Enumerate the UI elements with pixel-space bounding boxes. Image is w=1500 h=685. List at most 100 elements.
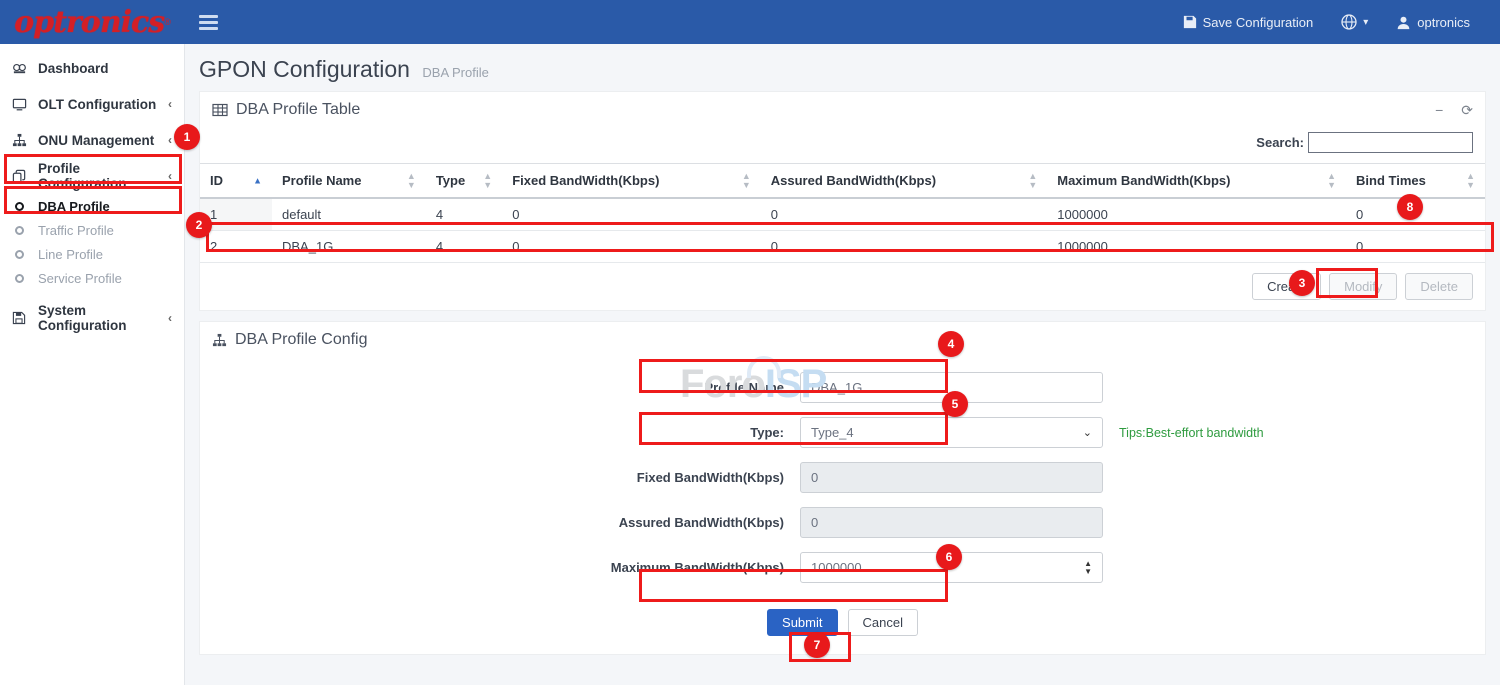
hamburger-icon[interactable] bbox=[199, 10, 223, 34]
step-badge-3: 3 bbox=[1289, 270, 1315, 296]
sidebar-item-label: System Configuration bbox=[32, 303, 168, 333]
sidebar-subitem-label: Traffic Profile bbox=[32, 223, 114, 238]
page-title: GPON Configuration bbox=[199, 56, 410, 82]
sidebar-item-traffic-profile[interactable]: Traffic Profile bbox=[0, 218, 184, 242]
table-search-row: Search: bbox=[200, 128, 1485, 163]
sidebar-item-line-profile[interactable]: Line Profile bbox=[0, 242, 184, 266]
sidebar-item-label: OLT Configuration bbox=[32, 97, 168, 112]
column-header-bind-times[interactable]: Bind Times ▲▼ bbox=[1346, 164, 1485, 199]
sidebar-item-service-profile[interactable]: Service Profile bbox=[0, 266, 184, 290]
globe-icon bbox=[1341, 14, 1357, 30]
breadcrumb: DBA Profile bbox=[422, 65, 488, 80]
cell-fixed-bandwidth: 0 bbox=[502, 231, 761, 263]
chevron-down-icon: ▾ bbox=[1363, 17, 1368, 28]
submit-button[interactable]: Submit bbox=[767, 609, 837, 636]
sort-both-icon: ▲▼ bbox=[742, 172, 751, 190]
sidebar-nav: Dashboard OLT Configuration ‹ ONU Manage… bbox=[0, 44, 185, 685]
column-header-maximum-bandwidth[interactable]: Maximum BandWidth(Kbps) ▲▼ bbox=[1047, 164, 1346, 199]
circle-icon bbox=[12, 226, 32, 235]
delete-button[interactable]: Delete bbox=[1405, 273, 1473, 300]
cell-assured-bandwidth: 0 bbox=[761, 231, 1048, 263]
circle-icon bbox=[12, 274, 32, 283]
cancel-button[interactable]: Cancel bbox=[848, 609, 918, 636]
maximum-bandwidth-label: Maximum BandWidth(Kbps) bbox=[200, 560, 800, 575]
monitor-icon bbox=[12, 97, 32, 112]
page-header: GPON Configuration DBA Profile bbox=[185, 44, 1500, 91]
field-row-fixed-bandwidth: Fixed BandWidth(Kbps) 0 bbox=[200, 462, 1485, 493]
search-input[interactable] bbox=[1308, 132, 1473, 153]
assured-bandwidth-input: 0 bbox=[800, 507, 1103, 538]
column-label: Type bbox=[436, 173, 465, 188]
sidebar-subitem-label: DBA Profile bbox=[32, 199, 110, 214]
sort-both-icon: ▲▼ bbox=[1327, 172, 1336, 190]
search-label: Search: bbox=[1256, 135, 1304, 150]
step-badge-7: 7 bbox=[804, 632, 830, 658]
brand-registered-mark: ® bbox=[164, 17, 171, 27]
sort-both-icon: ▲▼ bbox=[407, 172, 416, 190]
cell-profile-name: DBA_1G bbox=[272, 231, 426, 263]
sidebar-item-dba-profile[interactable]: DBA Profile bbox=[0, 194, 184, 218]
type-select-value: Type_4 bbox=[811, 425, 854, 440]
sidebar-item-profile-configuration[interactable]: Profile Configuration ‹ bbox=[0, 158, 184, 194]
column-label: Bind Times bbox=[1356, 173, 1426, 188]
table-row[interactable]: 2 DBA_1G 4 0 0 1000000 0 bbox=[200, 231, 1485, 263]
type-tip-text: Tips:Best-effort bandwidth bbox=[1119, 426, 1264, 440]
sort-both-icon: ▲▼ bbox=[483, 172, 492, 190]
floppy-icon bbox=[12, 311, 32, 325]
field-row-maximum-bandwidth: Maximum BandWidth(Kbps) 1000000 ▲▼ bbox=[200, 552, 1485, 583]
fixed-bandwidth-label: Fixed BandWidth(Kbps) bbox=[200, 470, 800, 485]
column-label: Profile Name bbox=[282, 173, 361, 188]
save-configuration-button[interactable]: Save Configuration bbox=[1169, 0, 1328, 44]
number-stepper-icon[interactable]: ▲▼ bbox=[1084, 560, 1092, 575]
cell-id: 2 bbox=[200, 231, 272, 263]
cell-assured-bandwidth: 0 bbox=[761, 198, 1048, 231]
dba-profile-table: ID ▲ Profile Name ▲▼ Type ▲▼ Fixed BandW… bbox=[200, 163, 1485, 263]
column-header-assured-bandwidth[interactable]: Assured BandWidth(Kbps) ▲▼ bbox=[761, 164, 1048, 199]
card-tools: − ⟳ bbox=[1435, 103, 1473, 117]
cell-maximum-bandwidth: 1000000 bbox=[1047, 231, 1346, 263]
sidebar-subitem-label: Line Profile bbox=[32, 247, 103, 262]
top-header-bar: optronics® Save Configuration ▾ optronic… bbox=[0, 0, 1500, 44]
chevron-left-icon: ‹ bbox=[168, 133, 172, 147]
table-body: 1 default 4 0 0 1000000 0 2 DBA_1G 4 0 0… bbox=[200, 198, 1485, 263]
user-menu[interactable]: optronics bbox=[1382, 0, 1484, 44]
column-label: Fixed BandWidth(Kbps) bbox=[512, 173, 659, 188]
chevron-left-icon: ‹ bbox=[168, 311, 172, 325]
language-selector[interactable]: ▾ bbox=[1327, 0, 1382, 44]
sidebar-item-system-configuration[interactable]: System Configuration ‹ bbox=[0, 300, 184, 336]
field-row-type: Type: Type_4 ⌄ Tips:Best-effort bandwidt… bbox=[200, 417, 1485, 448]
column-label: Assured BandWidth(Kbps) bbox=[771, 173, 936, 188]
fixed-bandwidth-input: 0 bbox=[800, 462, 1103, 493]
table-card-header: DBA Profile Table − ⟳ bbox=[200, 92, 1485, 128]
sort-asc-icon: ▲ bbox=[253, 176, 262, 185]
brand-logo[interactable]: optronics® bbox=[0, 0, 185, 44]
maximum-bandwidth-value: 1000000 bbox=[811, 560, 862, 575]
sidebar-item-onu-management[interactable]: ONU Management ‹ bbox=[0, 122, 184, 158]
table-icon bbox=[212, 102, 228, 118]
refresh-icon[interactable]: ⟳ bbox=[1461, 103, 1473, 117]
type-select[interactable]: Type_4 ⌄ bbox=[800, 417, 1103, 448]
sitemap-icon bbox=[212, 333, 227, 348]
cell-fixed-bandwidth: 0 bbox=[502, 198, 761, 231]
column-header-fixed-bandwidth[interactable]: Fixed BandWidth(Kbps) ▲▼ bbox=[502, 164, 761, 199]
save-configuration-label: Save Configuration bbox=[1203, 15, 1314, 30]
step-badge-4: 4 bbox=[938, 331, 964, 357]
sidebar-item-label: Profile Configuration bbox=[32, 161, 168, 191]
profile-name-label: Profile Name bbox=[200, 380, 800, 395]
column-label: Maximum BandWidth(Kbps) bbox=[1057, 173, 1230, 188]
sidebar-item-label: ONU Management bbox=[32, 133, 168, 148]
column-header-profile-name[interactable]: Profile Name ▲▼ bbox=[272, 164, 426, 199]
cell-bind-times: 0 bbox=[1346, 231, 1485, 263]
modify-button[interactable]: Modify bbox=[1329, 273, 1397, 300]
step-badge-8: 8 bbox=[1397, 194, 1423, 220]
sidebar-item-dashboard[interactable]: Dashboard bbox=[0, 50, 184, 86]
column-header-type[interactable]: Type ▲▼ bbox=[426, 164, 502, 199]
table-card-title: DBA Profile Table bbox=[236, 101, 360, 119]
sidebar-item-olt-configuration[interactable]: OLT Configuration ‹ bbox=[0, 86, 184, 122]
column-header-id[interactable]: ID ▲ bbox=[200, 164, 272, 199]
type-label: Type: bbox=[200, 425, 800, 440]
table-row[interactable]: 1 default 4 0 0 1000000 0 bbox=[200, 198, 1485, 231]
sitemap-icon bbox=[12, 133, 32, 148]
minimize-icon[interactable]: − bbox=[1435, 103, 1443, 117]
form-card-header: DBA Profile Config bbox=[200, 322, 1485, 358]
